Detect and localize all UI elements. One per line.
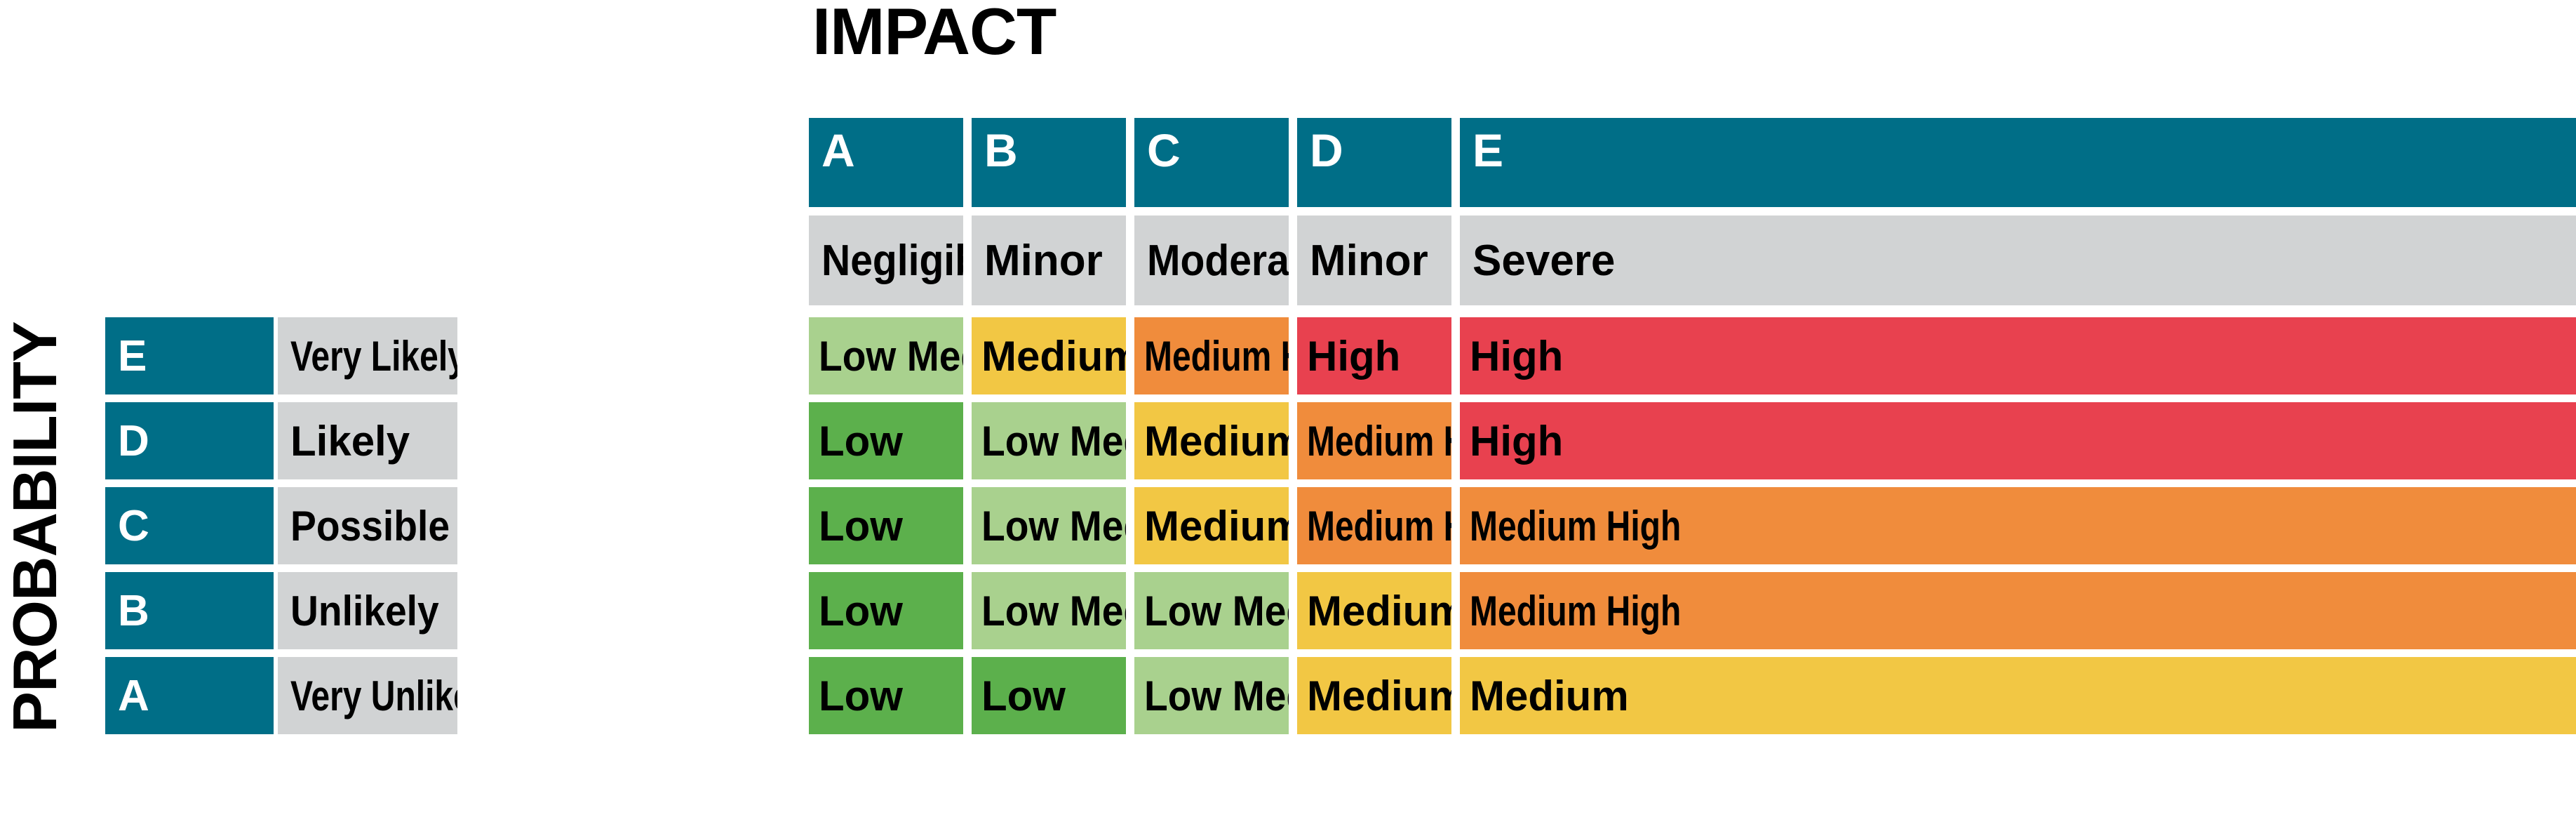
impact-column-header-D: D: [1297, 118, 1451, 207]
risk-cell-D-A-label: Low: [819, 417, 903, 465]
risk-cell-C-E-label: Medium High: [1470, 502, 1682, 550]
risk-cell-B-D-label: Medium: [1307, 587, 1451, 635]
risk-cell-C-D-label: Medium High: [1307, 502, 1451, 550]
risk-cell-D-E-label: High: [1470, 417, 1564, 465]
risk-cell-B-D[interactable]: Medium: [1297, 572, 1451, 649]
risk-cell-D-B[interactable]: Low Medium: [972, 402, 1126, 479]
risk-cell-E-E-label: High: [1470, 332, 1564, 380]
risk-cell-E-A[interactable]: Low Medium: [809, 317, 963, 394]
probability-row-letter-D-label: D: [118, 416, 149, 465]
impact-column-header-E-label: E: [1473, 124, 1504, 176]
impact-column-subheader-E: Severe: [1460, 215, 2576, 305]
risk-cell-C-A-label: Low: [819, 502, 903, 550]
risk-cell-E-D[interactable]: High: [1297, 317, 1451, 394]
risk-cell-E-C-label: Medium High: [1144, 332, 1289, 380]
impact-column-header-C-label: C: [1147, 124, 1181, 176]
impact-column-subheader-C-label: Moderate: [1147, 236, 1289, 285]
risk-cell-D-A[interactable]: Low: [809, 402, 963, 479]
impact-column-header-C: C: [1134, 118, 1289, 207]
probability-row-label-D-label: Likely: [290, 417, 410, 465]
impact-column-subheader-B-label: Minor: [984, 236, 1103, 285]
risk-cell-C-A[interactable]: Low: [809, 487, 963, 564]
probability-row-label-A-label: Very Unlikely: [290, 672, 457, 719]
risk-cell-C-D[interactable]: Medium High: [1297, 487, 1451, 564]
risk-cell-A-E[interactable]: Medium: [1460, 657, 2576, 734]
probability-row-letter-C-label: C: [118, 501, 149, 550]
risk-cell-C-E[interactable]: Medium High: [1460, 487, 2576, 564]
risk-cell-A-B-label: Low: [981, 672, 1066, 719]
impact-column-subheader-E-label: Severe: [1473, 236, 1616, 285]
probability-row-label-C: Possible: [278, 487, 457, 564]
impact-column-header-E: E: [1460, 118, 2576, 207]
probability-row-letter-B: B: [105, 572, 274, 649]
probability-axis-title: PROBABILITY: [0, 321, 69, 733]
probability-row-letter-E: E: [105, 317, 274, 394]
risk-cell-C-B[interactable]: Low Medium: [972, 487, 1126, 564]
impact-column-header-B-label: B: [984, 124, 1018, 176]
probability-row-label-B-label: Unlikely: [290, 587, 439, 635]
risk-cell-A-E-label: Medium: [1470, 672, 1629, 719]
probability-row-label-D: Likely: [278, 402, 457, 479]
risk-cell-A-C-label: Low Medium: [1144, 672, 1289, 719]
risk-cell-C-B-label: Low Medium: [981, 502, 1126, 550]
risk-cell-E-D-label: High: [1307, 332, 1401, 380]
probability-row-label-A: Very Unlikely: [278, 657, 457, 734]
risk-cell-E-E[interactable]: High: [1460, 317, 2576, 394]
risk-cell-A-A-label: Low: [819, 672, 903, 719]
probability-row-letter-C: C: [105, 487, 274, 564]
impact-column-subheader-C: Moderate: [1134, 215, 1289, 305]
probability-row-letter-E-label: E: [118, 331, 147, 380]
risk-cell-A-A[interactable]: Low: [809, 657, 963, 734]
risk-cell-B-C[interactable]: Low Medium: [1134, 572, 1289, 649]
probability-row-label-E: Very Likely: [278, 317, 457, 394]
probability-row-letter-A: A: [105, 657, 274, 734]
risk-cell-E-B[interactable]: Medium: [972, 317, 1126, 394]
risk-cell-A-C[interactable]: Low Medium: [1134, 657, 1289, 734]
risk-cell-B-B-label: Low Medium: [981, 587, 1126, 635]
impact-column-header-A: A: [809, 118, 963, 207]
impact-column-subheader-B: Minor: [972, 215, 1126, 305]
risk-cell-D-D[interactable]: Medium High: [1297, 402, 1451, 479]
probability-row-letter-D: D: [105, 402, 274, 479]
impact-column-header-B: B: [972, 118, 1126, 207]
risk-matrix: IMPACT PROBABILITY A Negligible B Minor C Mod…: [0, 0, 2576, 804]
risk-cell-E-B-label: Medium: [981, 332, 1126, 380]
probability-row-label-E-label: Very Likely: [290, 332, 457, 380]
probability-row-letter-A-label: A: [118, 671, 149, 720]
risk-cell-A-B[interactable]: Low: [972, 657, 1126, 734]
risk-cell-B-E[interactable]: Medium High: [1460, 572, 2576, 649]
risk-cell-A-D[interactable]: Medium: [1297, 657, 1451, 734]
probability-row-label-B: Unlikely: [278, 572, 457, 649]
probability-row-letter-B-label: B: [118, 586, 149, 635]
impact-column-subheader-A-label: Negligible: [821, 236, 963, 285]
risk-cell-D-B-label: Low Medium: [981, 417, 1126, 465]
risk-cell-E-A-label: Low Medium: [819, 332, 963, 380]
impact-column-header-D-label: D: [1310, 124, 1343, 176]
risk-cell-A-D-label: Medium: [1307, 672, 1451, 719]
risk-cell-B-E-label: Medium High: [1470, 587, 1682, 635]
impact-column-subheader-A: Negligible: [809, 215, 963, 305]
probability-row-label-C-label: Possible: [290, 502, 450, 550]
risk-cell-C-C-label: Medium: [1144, 502, 1289, 550]
impact-column-subheader-D-label: Minor: [1310, 236, 1428, 285]
risk-cell-B-A-label: Low: [819, 587, 903, 635]
risk-cell-B-A[interactable]: Low: [809, 572, 963, 649]
risk-cell-D-C[interactable]: Medium: [1134, 402, 1289, 479]
risk-cell-D-E[interactable]: High: [1460, 402, 2576, 479]
risk-cell-C-C[interactable]: Medium: [1134, 487, 1289, 564]
impact-column-header-A-label: A: [821, 124, 855, 176]
risk-cell-D-D-label: Medium High: [1307, 417, 1451, 465]
risk-cell-E-C[interactable]: Medium High: [1134, 317, 1289, 394]
risk-cell-B-B[interactable]: Low Medium: [972, 572, 1126, 649]
impact-axis-title: IMPACT: [812, 0, 1056, 68]
risk-cell-B-C-label: Low Medium: [1144, 587, 1289, 635]
impact-column-subheader-D: Minor: [1297, 215, 1451, 305]
risk-cell-D-C-label: Medium: [1144, 417, 1289, 465]
